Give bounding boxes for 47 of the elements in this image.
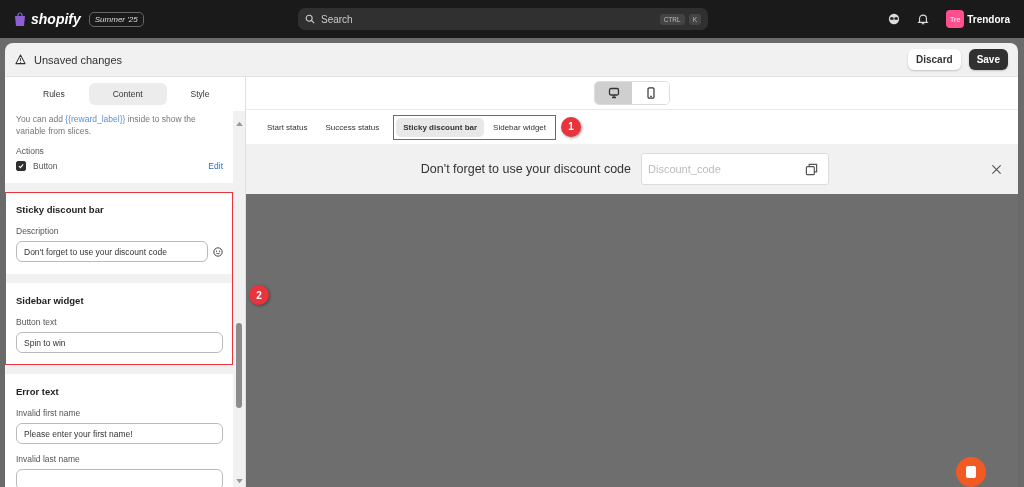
field-label: Invalid last name (16, 454, 81, 464)
mobile-icon (644, 87, 657, 99)
preview-tab[interactable]: Success status (318, 117, 387, 137)
bell-icon[interactable] (917, 13, 930, 25)
desktop-view-button[interactable] (595, 82, 632, 104)
edition-badge: Summer '25 (88, 11, 144, 27)
chat-launcher-icon[interactable] (956, 457, 986, 487)
store-name[interactable]: Trendora (967, 13, 1010, 25)
checkbox-label: Button (33, 161, 58, 171)
save-button[interactable]: Save (968, 49, 1008, 70)
actions-label: Actions (16, 146, 45, 156)
scrollbar[interactable] (233, 111, 245, 487)
desktop-icon (607, 87, 620, 99)
help-text: You can add {{reward_label}} inside to show the variable from slices. (16, 113, 197, 137)
field-label: Button text (16, 317, 58, 327)
glasses-face-icon[interactable] (888, 13, 901, 25)
search-icon (305, 14, 315, 24)
preview-tab[interactable]: Start status (260, 117, 315, 137)
modal-title: Unsaved changes (34, 53, 123, 66)
search-placeholder: Search (321, 13, 353, 25)
shopping-bag-icon (14, 12, 26, 26)
step-callout: 1 (561, 116, 581, 137)
section-title: Error text (16, 386, 60, 397)
section-title: Sticky discount bar (16, 204, 105, 215)
section-title: Sidebar widget (16, 295, 85, 306)
text-field[interactable]: Don't forget to use your discount code (16, 241, 208, 262)
editor-tab[interactable]: Rules (19, 83, 89, 105)
copy-icon[interactable] (805, 162, 818, 176)
discard-button[interactable]: Discard (907, 49, 961, 70)
field-label: Invalid first name (16, 408, 82, 418)
discount-message: Don't forget to use your discount code (420, 162, 631, 176)
text-field[interactable]: Spin to win (16, 332, 223, 353)
text-field[interactable]: Please enter your first name! (16, 423, 223, 444)
code-placeholder: Discount_code (648, 163, 721, 175)
editor-tab[interactable]: Content (88, 83, 167, 105)
scrollbar-thumb[interactable] (236, 323, 242, 408)
close-icon[interactable] (991, 163, 1002, 175)
edit-link[interactable]: Edit (208, 161, 223, 171)
brand-logo[interactable]: shopify (31, 11, 81, 27)
field-label: Description (16, 226, 60, 236)
text-field[interactable] (16, 469, 223, 487)
smiley-icon[interactable] (213, 246, 223, 257)
preview-tab[interactable]: Sticky discount bar (396, 117, 485, 137)
warning-icon (15, 54, 26, 65)
checkbox[interactable] (16, 161, 26, 171)
preview-tab[interactable]: Sidebar widget (486, 117, 553, 137)
editor-tab[interactable]: Style (166, 83, 234, 105)
